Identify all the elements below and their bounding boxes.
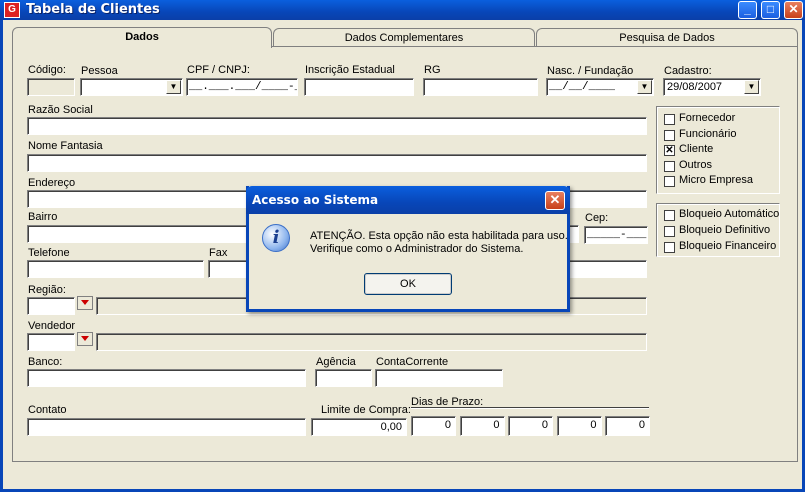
chevron-down-icon[interactable]: ▼ — [744, 80, 759, 94]
limite-compra-field[interactable]: 0,00 — [311, 418, 407, 436]
vendedor-description-field — [96, 333, 647, 351]
razao-social-field[interactable] — [27, 117, 647, 135]
dias-prazo-field-1[interactable]: 0 — [459, 416, 505, 436]
conta-corrente-field[interactable] — [375, 369, 503, 387]
tipo-checkbox-2[interactable]: ✕ — [664, 145, 675, 156]
limite-compra-label: Limite de Compra: — [321, 404, 411, 416]
tipo-checkbox-label-3[interactable]: Outros — [679, 159, 712, 171]
agencia-field[interactable] — [315, 369, 372, 387]
maximize-button[interactable]: □ — [761, 1, 780, 19]
info-icon: i — [262, 224, 290, 252]
tab-dados-complementares[interactable]: Dados Complementares — [273, 28, 535, 46]
tab-dados[interactable]: Dados — [12, 27, 272, 48]
dias-prazo-field-3[interactable]: 0 — [556, 416, 602, 436]
tipo-checkbox-1[interactable] — [664, 129, 675, 141]
dias-prazo-field-0[interactable]: 0 — [411, 416, 456, 436]
nasc-fundacao-field[interactable]: __/__/____ ▼ — [546, 78, 654, 96]
bloqueio-checkbox-2[interactable] — [664, 242, 675, 253]
dias-prazo-field-4[interactable]: 0 — [605, 416, 650, 436]
chevron-down-icon[interactable]: ▼ — [166, 80, 181, 94]
endereco-label: Endereço — [28, 177, 76, 189]
codigo-label: Código: — [28, 64, 66, 76]
agencia-label: Agência — [316, 356, 356, 368]
dias-prazo-field-2[interactable]: 0 — [508, 416, 553, 436]
bloqueio-checkbox-label-0[interactable]: Bloqueio Automático — [679, 208, 779, 220]
cep-label: Cep: — [585, 212, 609, 224]
vendedor-field[interactable] — [27, 333, 75, 351]
tipo-checkbox-3[interactable] — [664, 160, 675, 172]
ok-button[interactable]: OK — [364, 273, 452, 295]
dialog-message-line1: ATENÇÃO. Esta opção não esta habilitada … — [310, 230, 568, 242]
pessoa-label: Pessoa — [81, 65, 118, 77]
tab-pesquisa-de-dados[interactable]: Pesquisa de Dados — [536, 28, 798, 46]
cadastro-field[interactable]: 29/08/2007 ▼ — [663, 78, 761, 96]
cpf-label: CPF / CNPJ: — [187, 64, 250, 76]
regiao-field[interactable] — [27, 297, 75, 315]
dialog-message-line2: Verifique como o Administrador do Sistem… — [310, 243, 524, 255]
nasc-fundacao-label: Nasc. / Fundação — [547, 65, 634, 77]
chevron-down-icon[interactable]: ▼ — [637, 80, 652, 94]
vendedor-label: Vendedor — [28, 320, 76, 332]
contato-label: Contato — [28, 404, 67, 416]
dialog-close-button[interactable]: ✕ — [545, 191, 565, 210]
app-icon[interactable]: G — [4, 2, 20, 18]
cep-field[interactable]: _____-___ — [584, 226, 648, 244]
bloqueio-checkbox-1[interactable] — [664, 226, 675, 237]
dias-prazo-divider — [411, 407, 649, 409]
codigo-field[interactable] — [27, 78, 75, 96]
nome-fantasia-field[interactable] — [27, 154, 647, 172]
close-button[interactable]: ✕ — [784, 1, 803, 19]
razao-social-label: Razão Social — [28, 104, 93, 116]
window-title: Tabela de Clientes — [26, 2, 160, 17]
telefone-field[interactable] — [27, 260, 204, 278]
rg-label: RG — [424, 64, 441, 76]
inscricao-estadual-field[interactable] — [304, 78, 414, 96]
tipo-checkbox-label-1[interactable]: Funcionário — [679, 128, 736, 140]
conta-corrente-label: ContaCorrente — [376, 356, 449, 368]
dialog-title: Acesso ao Sistema — [252, 193, 379, 207]
banco-label: Banco: — [28, 356, 63, 368]
tipo-checkbox-label-0[interactable]: Fornecedor — [679, 112, 735, 124]
bloqueio-checkbox-label-2[interactable]: Bloqueio Financeiro — [679, 240, 776, 252]
bairro-label: Bairro — [28, 211, 58, 223]
banco-field[interactable] — [27, 369, 306, 387]
contato-field[interactable] — [27, 418, 306, 436]
bloqueio-checkbox-label-1[interactable]: Bloqueio Definitivo — [679, 224, 770, 236]
tipo-checkbox-4[interactable] — [664, 176, 675, 187]
regiao-lookup-button[interactable] — [77, 296, 93, 310]
cadastro-value: 29/08/2007 — [667, 81, 723, 93]
cadastro-label: Cadastro: — [664, 65, 712, 77]
tipo-checkbox-0[interactable] — [664, 114, 675, 125]
rg-field[interactable] — [423, 78, 538, 96]
telefone-label: Telefone — [28, 247, 70, 259]
fax-label: Fax — [209, 247, 228, 259]
pessoa-select[interactable]: ▼ — [80, 78, 183, 96]
tipo-checkbox-label-4[interactable]: Micro Empresa — [679, 174, 753, 186]
vendedor-lookup-button[interactable] — [77, 332, 93, 346]
regiao-label: Região: — [28, 284, 66, 296]
tipo-checkbox-label-2[interactable]: Cliente — [679, 143, 713, 155]
nome-fantasia-label: Nome Fantasia — [28, 140, 103, 152]
nasc-fundacao-value: __/__/____ — [549, 81, 616, 93]
bloqueio-checkbox-0[interactable] — [664, 210, 675, 221]
inscricao-estadual-label: Inscrição Estadual — [305, 64, 395, 76]
minimize-button[interactable]: _ — [738, 1, 757, 19]
cpf-cnpj-field[interactable]: __.___.___/____-__ — [186, 78, 298, 96]
